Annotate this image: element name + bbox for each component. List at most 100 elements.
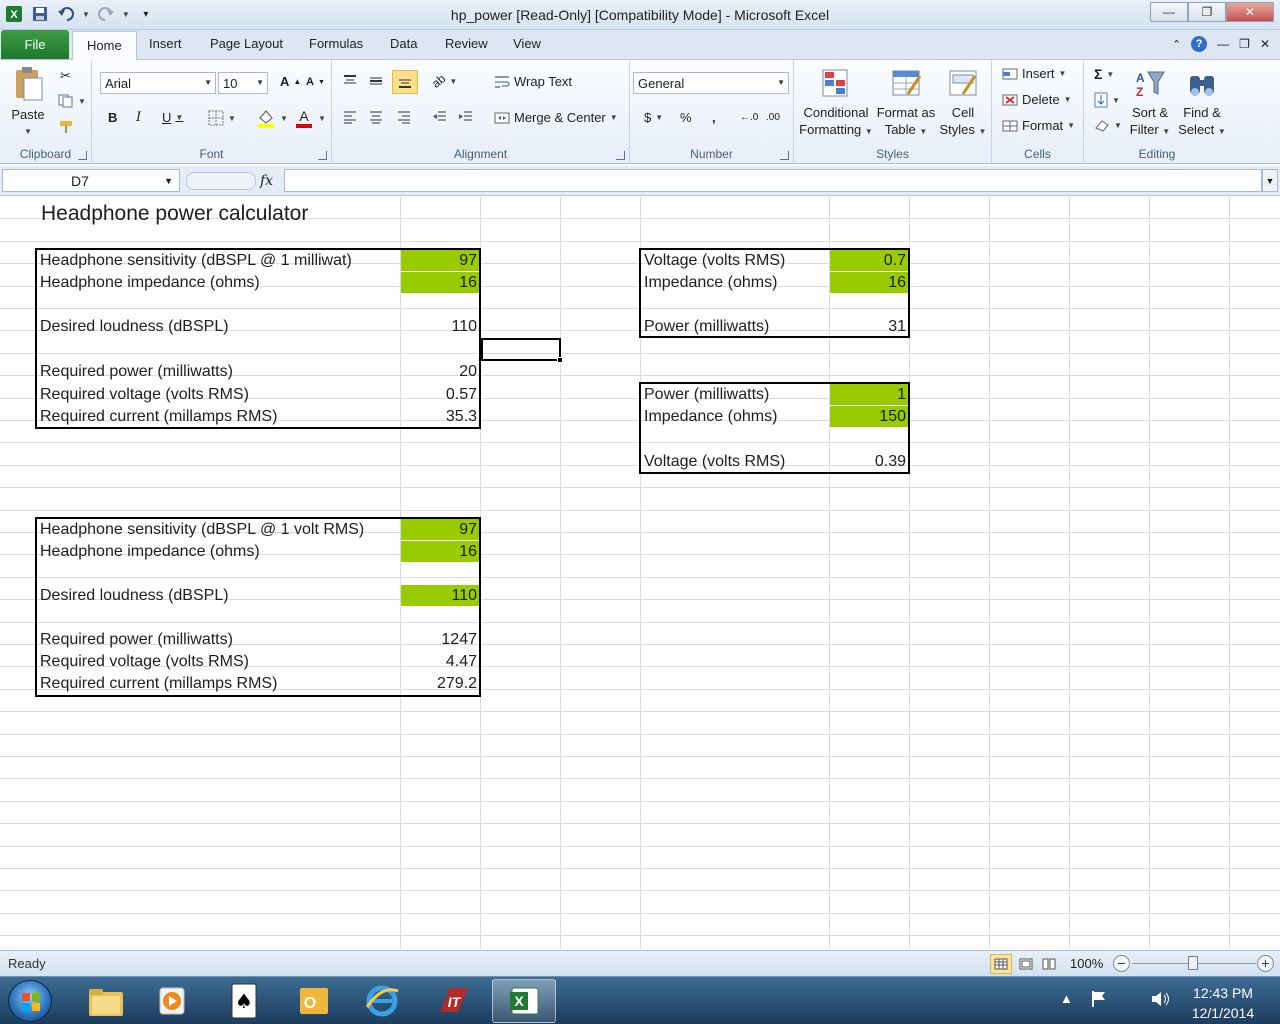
delete-cells-button[interactable]: Delete ▼ xyxy=(1002,92,1072,107)
zoom-in-icon[interactable]: + xyxy=(1257,955,1274,972)
t2-voltage-label[interactable]: Voltage (volts RMS) xyxy=(640,250,829,272)
taskbar-solitaire[interactable]: ♠ xyxy=(212,979,276,1023)
t1-power-label[interactable]: Required power (milliwatts) xyxy=(36,361,400,383)
formula-input[interactable] xyxy=(284,169,1262,192)
bold-icon[interactable]: B xyxy=(108,110,117,125)
workbook-restore-icon[interactable]: ❐ xyxy=(1239,37,1250,51)
t4-impedance-value[interactable]: 16 xyxy=(400,541,480,563)
name-box-dropdown-icon[interactable]: ▼ xyxy=(164,176,173,186)
decrease-indent-icon[interactable] xyxy=(432,110,448,124)
insert-function-icon[interactable]: fx xyxy=(260,173,273,189)
find-select-button[interactable]: Find & Select ▼ xyxy=(1176,68,1228,140)
taskbar-app[interactable]: IT xyxy=(422,979,486,1023)
align-right-icon[interactable] xyxy=(396,110,412,124)
fill-color-icon[interactable]: ▼ xyxy=(256,108,288,128)
normal-view-icon[interactable] xyxy=(990,954,1012,974)
t1-power-value[interactable]: 20 xyxy=(400,361,480,383)
copy-icon[interactable]: ▼ xyxy=(58,94,86,108)
t1-impedance-label[interactable]: Headphone impedance (ohms) xyxy=(36,272,400,294)
t4-loudness-label[interactable]: Desired loudness (dBSPL) xyxy=(36,585,400,607)
t4-voltage-value[interactable]: 4.47 xyxy=(400,651,480,673)
t1-current-value[interactable]: 35.3 xyxy=(400,406,480,428)
cell-styles-button[interactable]: Cell Styles ▼ xyxy=(936,68,990,140)
close-button[interactable]: ✕ xyxy=(1226,2,1274,22)
percent-icon[interactable]: % xyxy=(680,110,692,125)
align-bottom-icon[interactable] xyxy=(392,70,418,94)
name-box[interactable]: D7 ▼ xyxy=(2,169,180,192)
decrease-decimal-icon[interactable]: .00 xyxy=(766,112,780,123)
t1-impedance-value[interactable]: 16 xyxy=(400,272,480,294)
font-launcher-icon[interactable] xyxy=(318,151,327,160)
increase-decimal-icon[interactable]: ←.0 xyxy=(740,112,758,123)
currency-icon[interactable]: $ ▼ xyxy=(644,110,663,125)
tab-file[interactable]: File xyxy=(1,30,69,59)
t2-impedance-label[interactable]: Impedance (ohms) xyxy=(640,272,829,294)
merge-center-button[interactable]: Merge & Center ▼ xyxy=(494,110,618,125)
number-launcher-icon[interactable] xyxy=(780,151,789,160)
tab-view[interactable]: View xyxy=(513,36,541,51)
t3-power-value[interactable]: 1 xyxy=(829,384,909,406)
t1-sensitivity-value[interactable]: 97 xyxy=(400,250,480,272)
t3-voltage-value[interactable]: 0.39 xyxy=(829,451,909,473)
start-button[interactable] xyxy=(8,980,52,1022)
format-painter-icon[interactable] xyxy=(58,120,74,134)
page-layout-view-icon[interactable] xyxy=(1015,954,1037,974)
action-center-flag-icon[interactable] xyxy=(1090,989,1108,1012)
wrap-text-button[interactable]: Wrap Text xyxy=(494,74,572,89)
t4-impedance-label[interactable]: Headphone impedance (ohms) xyxy=(36,541,400,563)
clipboard-launcher-icon[interactable] xyxy=(78,151,87,160)
zoom-level[interactable]: 100% xyxy=(1070,956,1103,971)
tab-insert[interactable]: Insert xyxy=(149,36,182,51)
t2-power-value[interactable]: 31 xyxy=(829,316,909,338)
align-middle-icon[interactable] xyxy=(368,74,384,88)
show-hidden-icons-icon[interactable]: ▲ xyxy=(1060,991,1073,1006)
font-size-combo[interactable]: 10 ▼ xyxy=(218,72,268,94)
minimize-ribbon-icon[interactable]: ⌃ xyxy=(1172,38,1181,51)
page-break-view-icon[interactable] xyxy=(1038,954,1060,974)
taskbar-outlook[interactable]: O xyxy=(282,979,346,1023)
t1-sensitivity-label[interactable]: Headphone sensitivity (dBSPL @ 1 milliwa… xyxy=(36,250,400,272)
clear-icon[interactable]: ▼ xyxy=(1094,118,1122,132)
tab-formulas[interactable]: Formulas xyxy=(309,36,363,51)
orientation-icon[interactable]: ab ▼ xyxy=(429,71,457,90)
zoom-out-icon[interactable]: − xyxy=(1113,955,1130,972)
taskbar-excel[interactable]: X xyxy=(492,979,556,1023)
taskbar-internet-explorer[interactable] xyxy=(350,979,414,1023)
t3-voltage-label[interactable]: Voltage (volts RMS) xyxy=(640,451,829,473)
zoom-slider-thumb[interactable] xyxy=(1188,956,1198,970)
align-top-icon[interactable] xyxy=(342,74,358,88)
t1-loudness-value[interactable]: 110 xyxy=(400,316,480,338)
t4-sensitivity-label[interactable]: Headphone sensitivity (dBSPL @ 1 volt RM… xyxy=(36,519,400,541)
expand-formula-bar-icon[interactable]: ▼ xyxy=(1262,169,1278,192)
comma-style-icon[interactable]: , xyxy=(712,110,716,125)
shrink-font-icon[interactable]: A ▼ xyxy=(306,76,325,88)
workbook-close-icon[interactable]: ✕ xyxy=(1260,37,1270,51)
tab-page-layout[interactable]: Page Layout xyxy=(210,36,283,51)
worksheet-grid[interactable]: Headphone power calculator Headphone sen… xyxy=(0,197,1280,949)
italic-icon[interactable]: I xyxy=(136,110,141,125)
selected-cell[interactable] xyxy=(481,338,563,363)
fill-icon[interactable]: ▼ xyxy=(1094,92,1120,108)
number-format-combo[interactable]: General ▼ xyxy=(633,72,789,94)
t2-power-label[interactable]: Power (milliwatts) xyxy=(640,316,829,338)
taskbar-media-player[interactable] xyxy=(140,979,204,1023)
taskbar-clock[interactable]: 12:43 PM 12/1/2014 xyxy=(1178,983,1268,1023)
alignment-launcher-icon[interactable] xyxy=(616,151,625,160)
tab-home[interactable]: Home xyxy=(72,31,137,61)
cut-icon[interactable]: ✂ xyxy=(60,68,71,84)
tab-data[interactable]: Data xyxy=(390,36,417,51)
t2-impedance-value[interactable]: 16 xyxy=(829,272,909,294)
t4-current-value[interactable]: 279.2 xyxy=(400,673,480,695)
t1-voltage-label[interactable]: Required voltage (volts RMS) xyxy=(36,384,400,406)
font-name-combo[interactable]: Arial ▼ xyxy=(100,72,216,94)
t4-current-label[interactable]: Required current (millamps RMS) xyxy=(36,673,400,695)
paste-button[interactable]: Paste ▼ xyxy=(6,66,50,140)
insert-cells-button[interactable]: Insert ▼ xyxy=(1002,66,1066,81)
borders-icon[interactable]: ▼ xyxy=(208,110,236,126)
sort-filter-button[interactable]: AZ Sort & Filter ▼ xyxy=(1126,68,1174,140)
restore-button[interactable]: ❐ xyxy=(1188,2,1226,22)
t4-loudness-value[interactable]: 110 xyxy=(400,585,480,607)
t4-voltage-label[interactable]: Required voltage (volts RMS) xyxy=(36,651,400,673)
align-left-icon[interactable] xyxy=(342,110,358,124)
help-icon[interactable]: ? xyxy=(1191,36,1208,52)
